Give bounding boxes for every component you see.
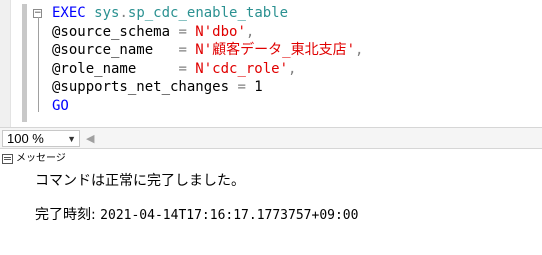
code-token: GO — [52, 97, 69, 114]
zoom-value: 100 % — [7, 131, 44, 146]
code-token: = — [237, 79, 255, 95]
messages-icon — [2, 154, 13, 164]
completion-time-line: 完了時刻: 2021-04-14T17:16:17.1773757+09:00 — [35, 205, 358, 226]
code-token: @role_name — [52, 60, 179, 77]
code-line[interactable]: GO — [52, 97, 69, 116]
code-token: N'顧客データ_東北支店' — [195, 42, 356, 58]
messages-pane[interactable]: コマンドは正常に完了しました。 完了時刻: 2021-04-14T17:16:1… — [0, 169, 542, 255]
completion-time-label: 完了時刻: — [35, 207, 101, 223]
code-outline-line — [38, 17, 39, 112]
code-token: @source_schema — [52, 23, 179, 40]
code-token: @source_name — [52, 42, 179, 58]
chevron-down-icon[interactable]: ▼ — [67, 132, 76, 147]
tab-messages-label: メッセージ — [16, 153, 66, 164]
editor-margin — [0, 0, 11, 127]
code-line[interactable]: @supports_net_changes = 1 — [52, 78, 263, 97]
code-token: , — [355, 42, 364, 58]
code-token: 1 — [254, 79, 263, 95]
query-editor[interactable]: − EXEC sys.sp_cdc_enable_table @source_sc… — [0, 0, 542, 127]
code-line[interactable]: @role_name = N'cdc_role', — [52, 60, 296, 79]
completion-message: コマンドは正常に完了しました。 — [35, 173, 245, 189]
code-token: N'dbo' — [195, 23, 246, 40]
code-token: N'cdc_role' — [195, 60, 289, 77]
code-line[interactable]: EXEC sys.sp_cdc_enable_table — [52, 4, 288, 23]
code-token: @supports_net_changes — [52, 79, 238, 95]
scroll-left-icon[interactable]: ◀ — [86, 131, 94, 146]
code-token: . — [119, 5, 128, 21]
results-tab-strip: メッセージ — [0, 149, 542, 169]
code-token: = — [178, 42, 196, 58]
line-change-indicator — [22, 4, 27, 122]
code-token: sys — [94, 5, 120, 21]
code-token: , — [288, 60, 297, 77]
code-token: = — [178, 60, 196, 77]
code-token: , — [245, 23, 255, 40]
zoom-dropdown[interactable]: 100 % ▼ — [2, 130, 80, 147]
tab-messages[interactable]: メッセージ — [2, 151, 66, 167]
code-token: sp_cdc_enable_table — [127, 5, 289, 21]
completion-time-value: 2021-04-14T17:16:17.1773757+09:00 — [100, 208, 359, 223]
code-line[interactable]: @source_schema = N'dbo', — [52, 23, 254, 42]
code-line[interactable]: @source_name = N'顧客データ_東北支店', — [52, 41, 363, 60]
code-token: EXEC — [52, 5, 95, 21]
editor-status-bar: 100 % ▼ ◀ — [0, 127, 542, 149]
code-token: = — [178, 23, 196, 40]
